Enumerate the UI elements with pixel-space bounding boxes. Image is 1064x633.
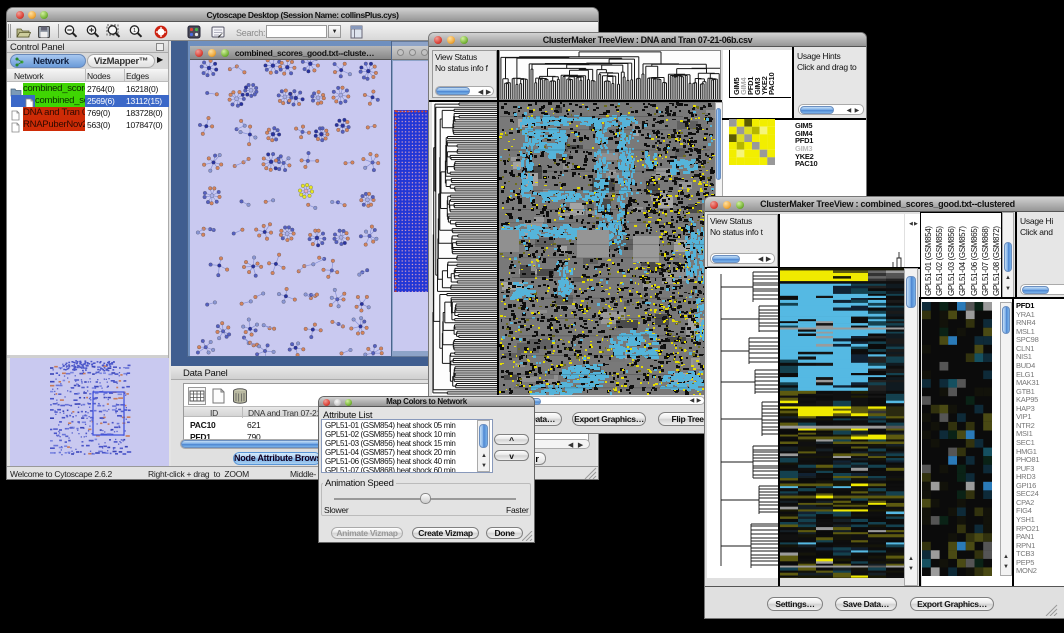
svg-text:1: 1 <box>133 28 136 34</box>
